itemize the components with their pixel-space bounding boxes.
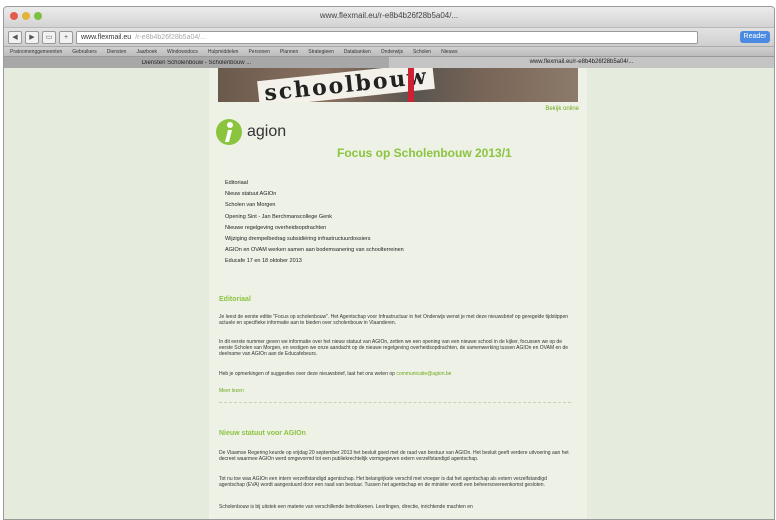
toc-item[interactable]: Educafe 17 en 18 oktober 2013 xyxy=(225,256,404,267)
bookmark-item[interactable]: Diensten xyxy=(107,49,127,55)
browser-toolbar: ◀ ▶ ▭ + www.flexmail.eu /r-e8b4b26f28b5a… xyxy=(4,28,774,47)
section-heading-statuut: Nieuw statuut voor AGIOn xyxy=(219,430,306,437)
page-viewport[interactable]: schoolbouw Bekijk online agion Focus op … xyxy=(4,68,774,519)
bookmark-item[interactable]: Jaarboek xyxy=(136,49,157,55)
view-online-link[interactable]: Bekijk online xyxy=(545,106,579,112)
statuut-paragraph: De Vlaamse Regering keurde op vrijdag 20… xyxy=(219,450,569,462)
table-of-contents: Editoriaal Nieuw statuut AGIOn Scholen v… xyxy=(225,178,404,268)
toc-item[interactable]: Wijziging drempelbedrag subsidiëring inf… xyxy=(225,234,404,245)
read-more-link[interactable]: Meer lezen xyxy=(219,388,244,394)
bookmark-item[interactable]: Scholen xyxy=(413,49,431,55)
bookmark-item[interactable]: Strategieen xyxy=(308,49,334,55)
bookmark-item[interactable]: Gebruikers xyxy=(72,49,96,55)
feedback-text: Heb je opmerkingen of suggesties over de… xyxy=(219,371,395,377)
tab-newsletter[interactable]: www.flexmail.eu/r-e8b4b26f28b5a04/... xyxy=(389,57,774,68)
bookmark-item[interactable]: Plannen xyxy=(280,49,298,55)
bookmark-item[interactable]: Hulpmiddelen xyxy=(208,49,239,55)
toc-item[interactable]: Scholen van Morgen xyxy=(225,200,404,211)
section-heading-editoriaal: Editoriaal xyxy=(219,296,251,303)
sidebar-icon[interactable]: ▭ xyxy=(42,30,56,44)
browser-window: www.flexmail.eu/r-e8b4b26f28b5a04/... ◀ … xyxy=(3,6,775,520)
newsletter-column: schoolbouw Bekijk online agion Focus op … xyxy=(209,68,587,519)
bookmarks-bar: Pratoomenggemeenten Gebruikers Diensten … xyxy=(4,47,774,57)
title-bar: www.flexmail.eu/r-e8b4b26f28b5a04/... xyxy=(4,7,774,28)
agion-logo: agion xyxy=(215,118,286,146)
tab-scholenbouw[interactable]: Diensten Scholenbouw - Scholenbouw ... xyxy=(4,60,389,66)
bookmark-item[interactable]: Windowsdocs xyxy=(167,49,198,55)
statuut-paragraph: Tot nu toe was AGIOn een intern verzelfs… xyxy=(219,476,547,488)
agion-logo-icon xyxy=(216,119,242,145)
address-bar[interactable]: www.flexmail.eu /r-e8b4b26f28b5a04/... xyxy=(76,30,698,44)
bookmark-item[interactable]: Nieuws xyxy=(441,49,457,55)
toc-item[interactable]: AGIOn en OVAM werken samen aan bodemsane… xyxy=(225,245,404,256)
statuut-paragraph: Scholenbouw is bij uitstek een materie v… xyxy=(219,504,473,510)
bookmark-item[interactable]: Onderwijs xyxy=(381,49,403,55)
bookmark-item[interactable]: Pratoomenggemeenten xyxy=(10,49,62,55)
toc-item[interactable]: Nieuw statuut AGIOn xyxy=(225,189,404,200)
logo-text: agion xyxy=(247,123,287,140)
url-path: /r-e8b4b26f28b5a04/... xyxy=(135,33,207,41)
url-host: www.flexmail.eu xyxy=(81,33,132,41)
window-title: www.flexmail.eu/r-e8b4b26f28b5a04/... xyxy=(319,11,459,20)
contact-email-link[interactable]: communicatie@agion.be xyxy=(396,371,451,377)
editoriaal-paragraph: In dit eerste nummer geven we informatie… xyxy=(219,339,569,357)
share-icon[interactable]: + xyxy=(59,30,73,44)
editoriaal-feedback: Heb je opmerkingen of suggesties over de… xyxy=(219,371,571,377)
toc-item[interactable]: Editoriaal xyxy=(225,178,404,189)
back-button[interactable]: ◀ xyxy=(8,30,22,44)
banner-stripe xyxy=(408,68,414,102)
bookmark-item[interactable]: Databanken xyxy=(344,49,371,55)
newsletter-title: Focus op Scholenbouw 2013/1 xyxy=(337,146,512,160)
section-divider xyxy=(219,402,571,403)
forward-button[interactable]: ▶ xyxy=(25,30,39,44)
toc-item[interactable]: Nieuwe regelgeving overheidsopdrachten xyxy=(225,223,404,234)
bookmark-item[interactable]: Personen xyxy=(248,49,269,55)
toc-item[interactable]: Opening Sint - Jan Berchmanscollege Genk xyxy=(225,212,404,223)
editoriaal-paragraph: Je leest de eerste editie "Focus op scho… xyxy=(219,314,569,326)
header-banner-image: schoolbouw xyxy=(218,68,578,102)
reader-button[interactable]: Reader xyxy=(740,31,770,43)
